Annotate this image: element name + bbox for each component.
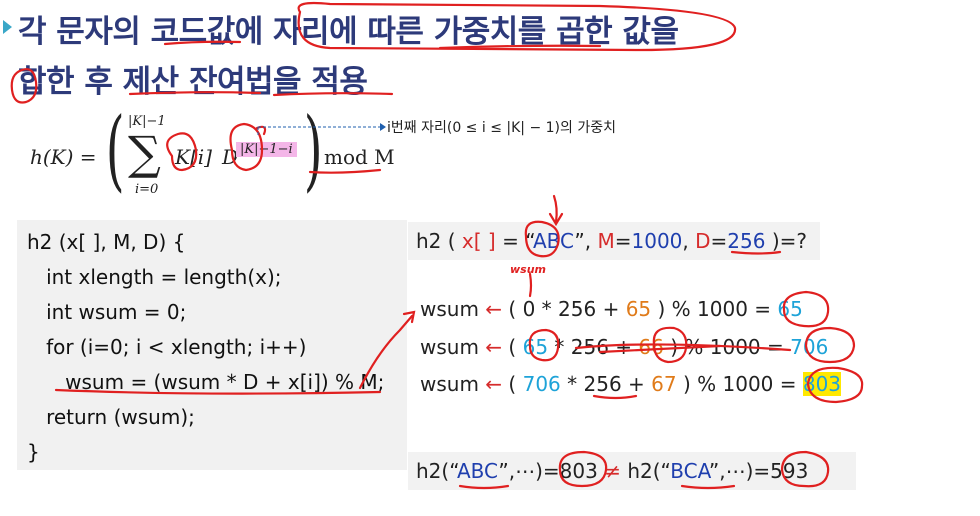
ink-circle [806, 366, 864, 404]
annotation-arrow [257, 126, 380, 136]
ink-circle [166, 132, 198, 172]
ink-circle [780, 450, 830, 488]
ink-circle [524, 220, 560, 258]
ink-circle [297, 1, 737, 52]
ink-underline [680, 484, 736, 490]
pen-annotations [10, 1, 864, 490]
ink-underline [54, 388, 382, 395]
ink-circle [528, 328, 560, 362]
ink-circle [782, 290, 830, 328]
ink-circle [229, 122, 264, 172]
ink-circle [804, 326, 856, 364]
ink-underline [128, 91, 262, 96]
ink-stroke [598, 344, 722, 354]
ink-underline [163, 40, 242, 46]
ink-stroke [528, 272, 533, 298]
ink-underline [272, 92, 394, 97]
ink-stroke [358, 314, 414, 390]
ink-underline [458, 484, 510, 490]
ink-underline [592, 394, 638, 400]
ink-underline [438, 44, 602, 50]
ink-underline [308, 168, 382, 174]
ink-stroke [552, 194, 558, 224]
annotation-arrowhead [380, 123, 386, 131]
ink-circle [558, 450, 608, 488]
ink-underline [730, 250, 782, 255]
ink-circle [10, 68, 38, 104]
